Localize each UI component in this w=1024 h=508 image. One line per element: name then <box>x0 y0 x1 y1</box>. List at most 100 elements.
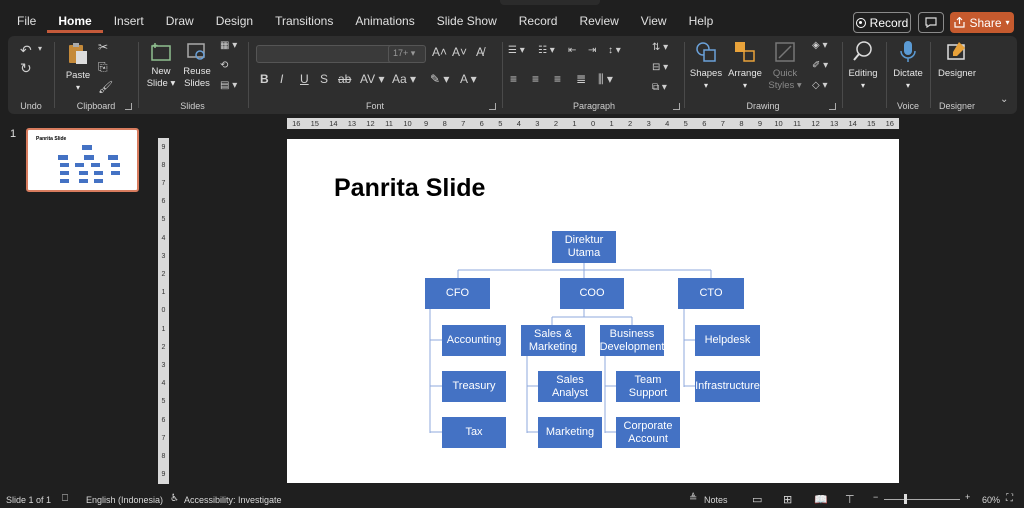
align-text-icon[interactable]: ⊟ ▾ <box>652 62 668 73</box>
decrease-indent-icon[interactable]: ⇤ <box>568 45 576 56</box>
change-case-icon[interactable]: Aa ▾ <box>392 72 416 86</box>
org-node-sales-marketing[interactable]: Sales & Marketing <box>521 325 585 356</box>
designer-button[interactable]: Designer <box>934 40 980 80</box>
org-node-cfo[interactable]: CFO <box>425 278 490 309</box>
char-spacing-icon[interactable]: AV ▾ <box>360 72 384 86</box>
fit-slide-icon[interactable]: ⛶ <box>1006 493 1013 504</box>
org-node-infrastructure[interactable]: Infrastructure <box>695 371 760 402</box>
zoom-in-icon[interactable]: + <box>965 492 970 502</box>
bold-button[interactable]: B <box>260 72 269 86</box>
menu-review[interactable]: Review <box>568 8 629 33</box>
smartart-icon[interactable]: ⧉ ▾ <box>652 82 667 93</box>
shadow-button[interactable]: S <box>320 72 328 86</box>
notes-button[interactable]: Notes <box>704 495 728 505</box>
highlight-icon[interactable]: ✎ ▾ <box>430 72 449 86</box>
zoom-slider-thumb[interactable] <box>904 494 907 504</box>
zoom-slider[interactable] <box>884 499 960 500</box>
shapes-button[interactable]: Shapes ▾ <box>688 40 724 92</box>
org-node-director[interactable]: Direktur Utama <box>552 231 616 263</box>
reading-view-icon[interactable]: 📖 <box>814 493 828 506</box>
zoom-level[interactable]: 60% <box>982 495 1000 505</box>
format-painter-icon[interactable]: 🖌 <box>98 80 113 94</box>
columns-icon[interactable]: ⫼ ▾ <box>598 72 613 87</box>
language-indicator[interactable]: English (Indonesia) <box>86 495 163 505</box>
align-center-icon[interactable]: ≡ <box>532 72 539 86</box>
clear-format-icon[interactable]: A̸ <box>476 45 484 59</box>
numbering-icon[interactable]: ☷ ▾ <box>538 45 555 56</box>
org-node-accounting[interactable]: Accounting <box>442 325 506 356</box>
paragraph-launcher-icon[interactable] <box>673 103 680 110</box>
underline-button[interactable]: U <box>300 72 309 86</box>
font-color-icon[interactable]: A ▾ <box>460 72 477 86</box>
menu-design[interactable]: Design <box>205 8 264 33</box>
bullets-icon[interactable]: ☰ ▾ <box>508 45 525 56</box>
decrease-font-icon[interactable]: A˅ <box>452 45 467 59</box>
menu-animations[interactable]: Animations <box>344 8 425 33</box>
cut-icon[interactable]: ✂ <box>98 40 108 54</box>
font-name-dropdown[interactable] <box>256 45 406 63</box>
menu-record[interactable]: Record <box>508 8 569 33</box>
menu-view[interactable]: View <box>630 8 678 33</box>
org-node-team-support[interactable]: Team Support <box>616 371 680 402</box>
org-node-marketing[interactable]: Marketing <box>538 417 602 448</box>
shape-outline-icon[interactable]: ✐ ▾ <box>812 60 828 71</box>
collapse-ribbon-icon[interactable]: ⌄ <box>1000 94 1008 105</box>
layout-icon[interactable]: ▦ ▾ <box>220 40 237 51</box>
section-icon[interactable]: ▤ ▾ <box>220 80 237 91</box>
menu-draw[interactable]: Draw <box>155 8 205 33</box>
record-button[interactable]: Record <box>853 12 911 33</box>
spelling-icon[interactable]: ⎕ <box>62 493 68 504</box>
menu-slide-show[interactable]: Slide Show <box>426 8 508 33</box>
menu-help[interactable]: Help <box>678 8 725 33</box>
org-node-cto[interactable]: CTO <box>678 278 744 309</box>
text-direction-icon[interactable]: ⇅ ▾ <box>652 42 668 53</box>
justify-icon[interactable]: ≣ <box>576 72 586 86</box>
font-launcher-icon[interactable] <box>489 103 496 110</box>
increase-indent-icon[interactable]: ⇥ <box>588 45 596 56</box>
org-node-tax[interactable]: Tax <box>442 417 506 448</box>
org-node-corporate-account[interactable]: Corporate Account <box>616 417 680 448</box>
share-button[interactable]: Share ▾ <box>950 12 1014 33</box>
undo-icon[interactable]: ↶ <box>20 42 32 59</box>
org-node-sales-analyst[interactable]: Sales Analyst <box>538 371 602 402</box>
vertical-ruler[interactable]: 9 8 7 6 5 4 3 2 1 0 1 2 3 4 5 6 7 8 9 <box>158 138 169 484</box>
reuse-slides-button[interactable]: Reuse Slides <box>180 42 214 90</box>
horizontal-ruler[interactable]: 16 15 14 13 12 11 10 9 8 7 6 5 4 3 2 1 0 1 2 3 4 5 6 7 8 9 10 11 12 1… <box>287 118 899 129</box>
org-node-helpdesk[interactable]: Helpdesk <box>695 325 760 356</box>
new-slide-button[interactable]: New Slide ▾ <box>144 42 178 90</box>
menu-insert[interactable]: Insert <box>103 8 155 33</box>
copy-icon[interactable]: ⎘ <box>98 60 108 75</box>
arrange-button[interactable]: Arrange ▾ <box>726 40 764 92</box>
chevron-down-icon[interactable]: ▾ <box>38 44 42 53</box>
line-spacing-icon[interactable]: ↕ ▾ <box>608 45 621 56</box>
slide-sorter-icon[interactable]: ⊞ <box>783 493 792 506</box>
slideshow-icon[interactable]: ⊤ <box>845 493 855 506</box>
org-node-business-development[interactable]: Business Development <box>600 325 664 356</box>
increase-font-icon[interactable]: A˄ <box>432 45 447 59</box>
menu-home[interactable]: Home <box>47 8 103 33</box>
zoom-out-icon[interactable]: − <box>873 492 878 502</box>
reset-icon[interactable]: ⟲ <box>220 60 228 71</box>
align-left-icon[interactable]: ≡ <box>510 72 517 86</box>
quick-styles-button[interactable]: Quick Styles ▾ <box>766 40 804 92</box>
font-size-dropdown[interactable]: 17+ ▾ <box>388 45 426 63</box>
redo-icon[interactable]: ↻ <box>20 60 32 77</box>
slide-canvas[interactable]: Panrita Slide Direktur Utama CFO COO CTO… <box>287 139 899 483</box>
org-node-treasury[interactable]: Treasury <box>442 371 506 402</box>
drawing-launcher-icon[interactable] <box>829 103 836 110</box>
clipboard-launcher-icon[interactable] <box>125 103 132 110</box>
editing-button[interactable]: Editing ▾ <box>844 40 882 92</box>
menu-file[interactable]: File <box>6 8 47 33</box>
shape-effects-icon[interactable]: ◇ ▾ <box>812 80 828 91</box>
slide-thumbnail[interactable]: Panrita Slide <box>26 128 139 192</box>
italic-button[interactable]: I <box>280 72 283 86</box>
align-right-icon[interactable]: ≡ <box>554 72 561 86</box>
normal-view-icon[interactable]: ▭ <box>752 493 762 506</box>
menu-transitions[interactable]: Transitions <box>264 8 344 33</box>
strikethrough-button[interactable]: ab <box>338 72 351 86</box>
paste-button[interactable]: Paste ▾ <box>64 42 92 94</box>
comments-button[interactable] <box>918 12 944 33</box>
accessibility-status[interactable]: Accessibility: Investigate <box>184 495 282 505</box>
dictate-button[interactable]: Dictate ▾ <box>888 40 928 92</box>
shape-fill-icon[interactable]: ◈ ▾ <box>812 40 828 51</box>
